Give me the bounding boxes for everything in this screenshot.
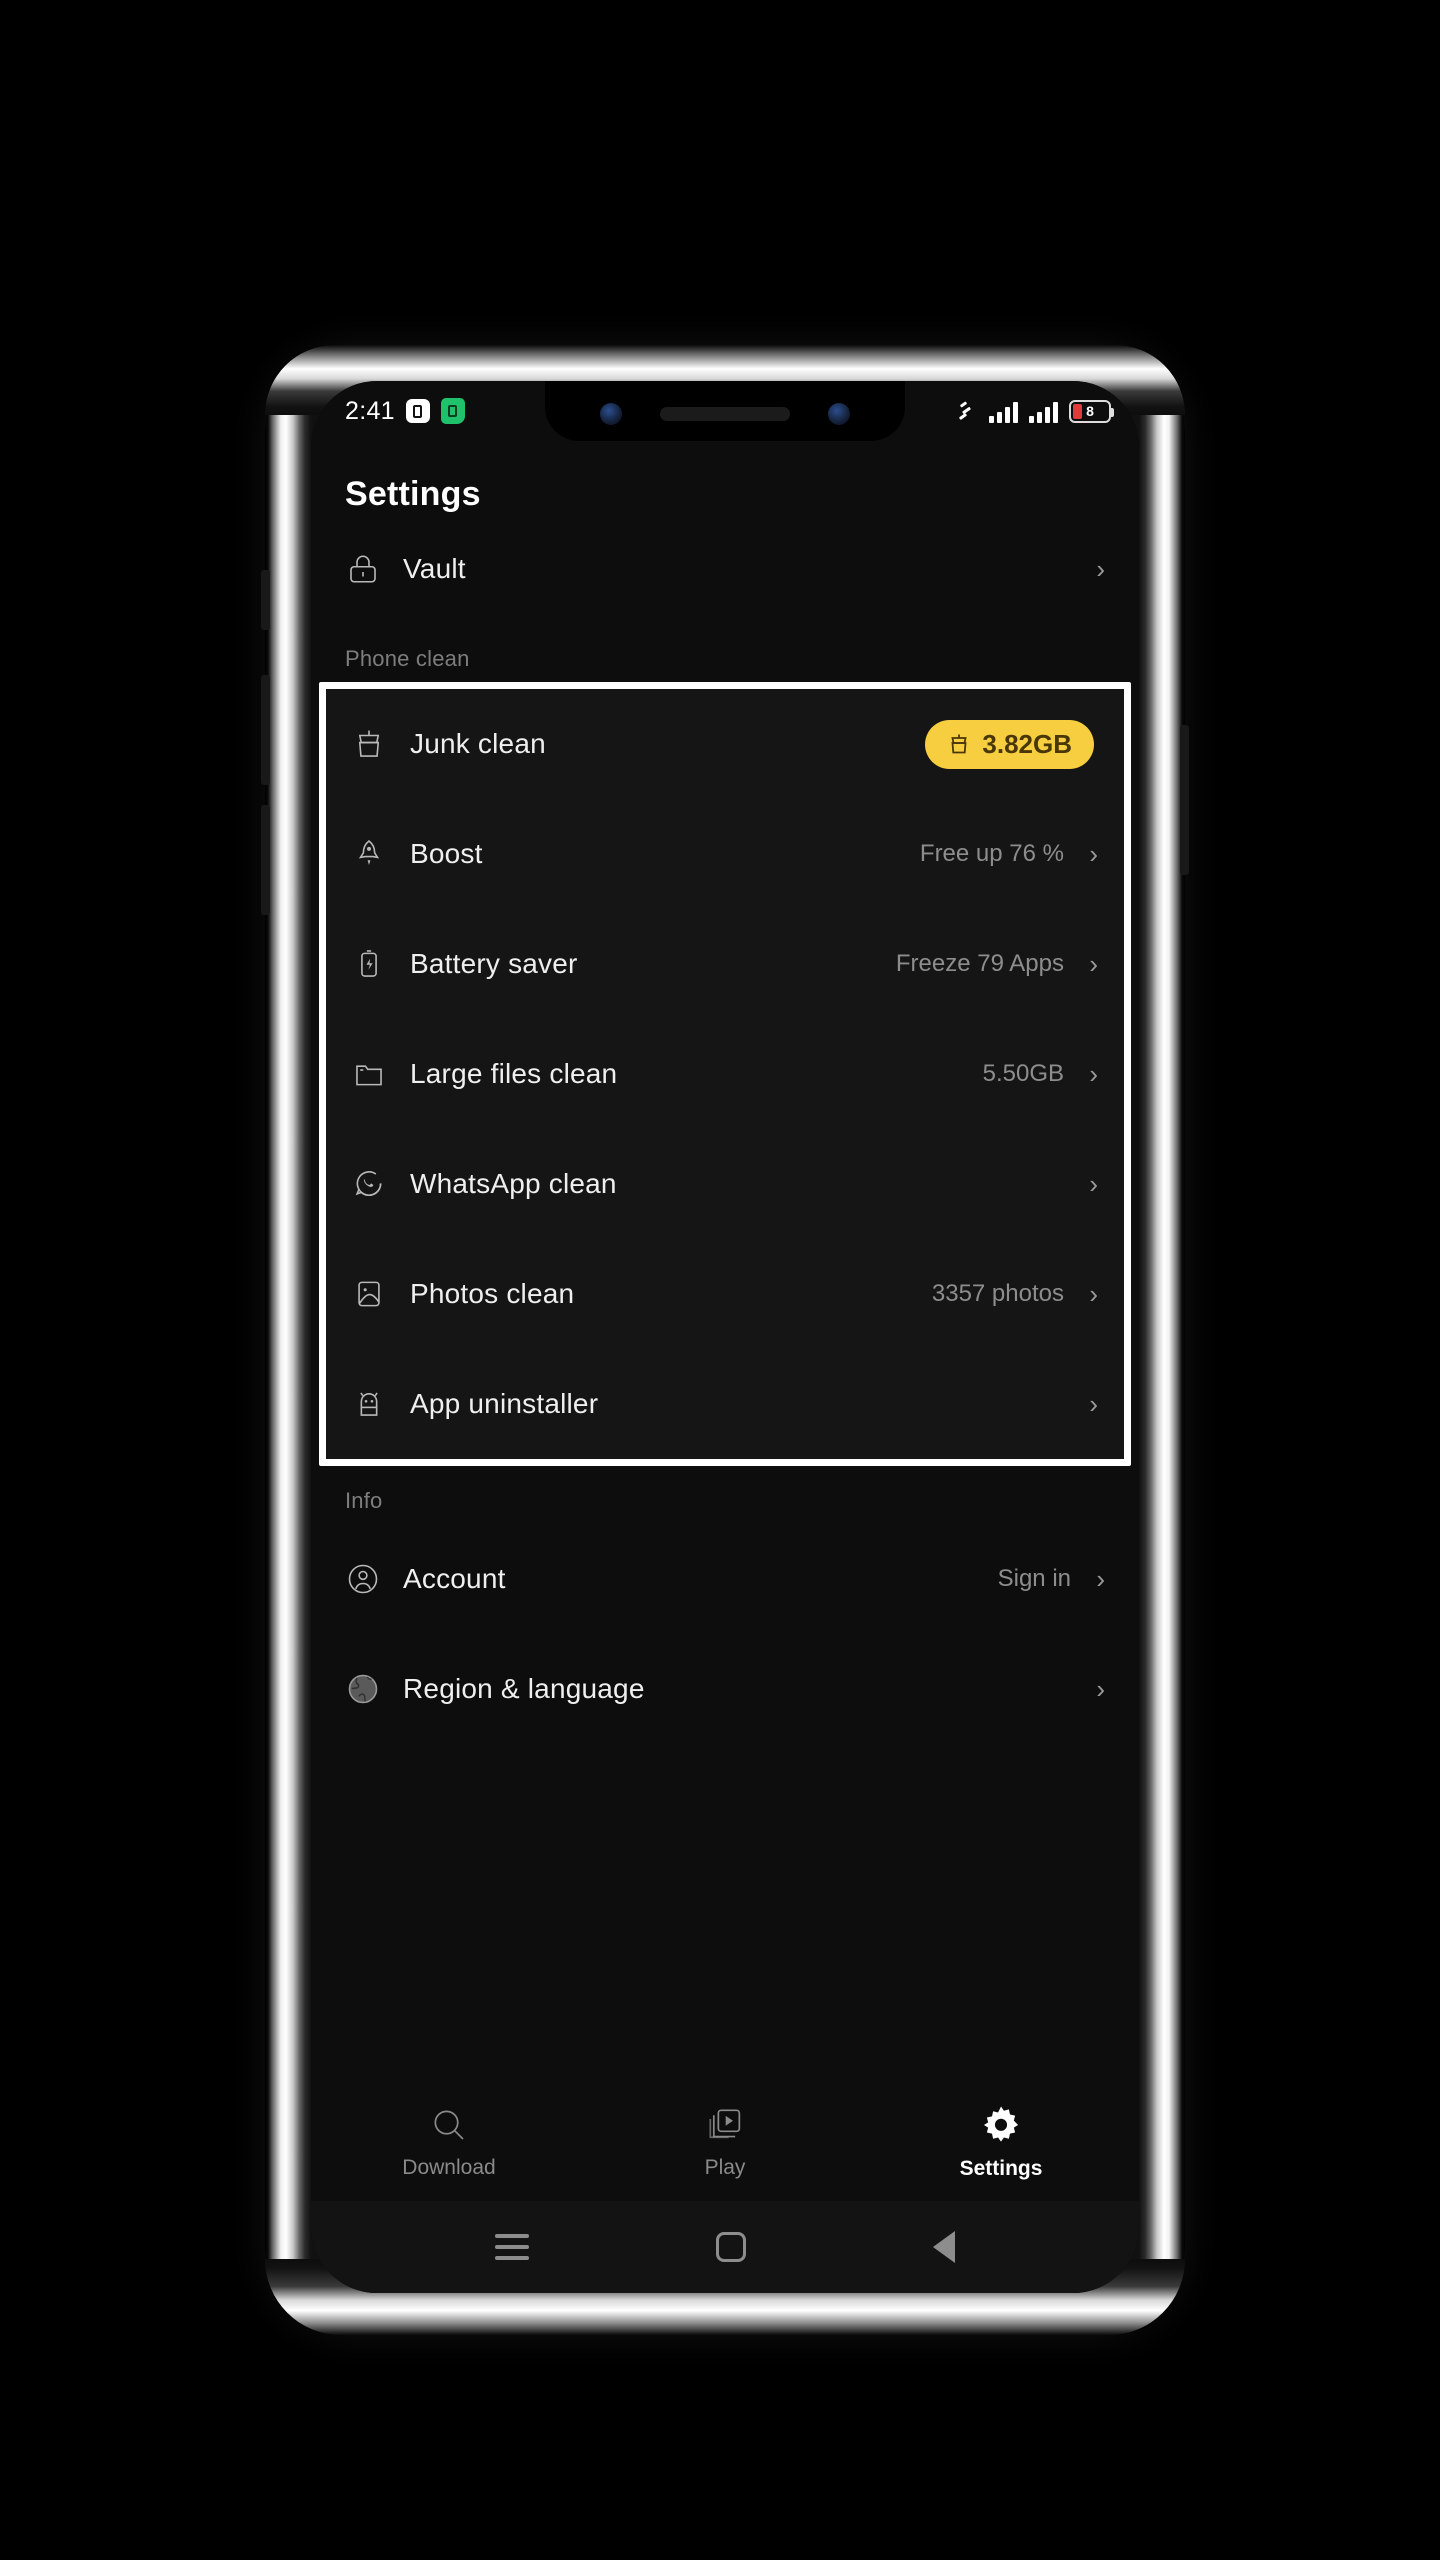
silent-switch[interactable] <box>261 570 270 630</box>
chevron-right-icon: › <box>1096 1564 1105 1594</box>
chevron-right-icon: › <box>1096 554 1105 584</box>
bottom-tab-bar: Download Play Settings <box>311 2083 1139 2201</box>
tab-label: Play <box>704 2156 746 2179</box>
app-badge-icon <box>405 399 430 423</box>
settings-row-value: Free up 76 % <box>919 840 1064 867</box>
section-header-phone-clean: Phone clean <box>345 646 470 671</box>
junk-size-value: 3.82GB <box>982 728 1072 759</box>
chevron-right-icon: › <box>1089 1279 1098 1309</box>
settings-row-account[interactable]: Account Sign in › <box>311 1524 1139 1634</box>
settings-row-region-language[interactable]: Region & language › <box>311 1634 1139 1744</box>
tab-settings[interactable]: Settings <box>863 2103 1139 2181</box>
status-bar: 2:41 8 <box>311 381 1139 441</box>
home-square-icon[interactable] <box>715 2232 746 2262</box>
settings-row-label: Vault <box>403 553 466 584</box>
settings-row-label: App uninstaller <box>410 1388 599 1419</box>
page-title: Settings <box>345 475 481 513</box>
phone-screen: 2:41 8 Settings Vault › Phone clean Junk… <box>311 381 1139 2293</box>
green-app-icon <box>440 398 465 424</box>
settings-row-value: 5.50GB <box>982 1060 1064 1087</box>
settings-row-label: Battery saver <box>410 948 578 979</box>
battery-icon: 8 <box>1069 399 1114 423</box>
gear-icon <box>979 2103 1023 2147</box>
battery-level-label: 8 <box>1086 402 1094 419</box>
volume-up-button[interactable] <box>261 675 270 785</box>
settings-row-value: Freeze 79 Apps <box>895 950 1064 977</box>
app-content: Settings Vault › Phone clean Junk clean … <box>311 381 1139 2293</box>
chevron-right-icon: › <box>1089 1389 1098 1419</box>
phone-device-frame: 2:41 8 Settings Vault › Phone clean Junk… <box>261 345 1189 2335</box>
settings-row-whatsapp-clean[interactable]: WhatsApp clean › <box>326 1129 1124 1239</box>
volume-down-button[interactable] <box>261 805 270 915</box>
status-bar-right: 8 <box>958 399 1114 423</box>
power-button[interactable] <box>1180 725 1189 875</box>
signal-bars-icon-1 <box>989 401 1018 423</box>
settings-row-junk-clean[interactable]: Junk clean 3.82GB <box>326 689 1124 799</box>
screenshot-canvas: 2:41 8 Settings Vault › Phone clean Junk… <box>0 0 1440 2560</box>
folder-icon <box>352 1057 410 1091</box>
globe-icon <box>345 1671 403 1707</box>
status-bar-clock: 2:41 <box>345 396 395 425</box>
tab-label: Download <box>402 2156 496 2179</box>
settings-row-large-files-clean[interactable]: Large files clean 5.50GB › <box>326 1019 1124 1129</box>
menu-icon[interactable] <box>494 2234 529 2260</box>
chevron-right-icon: › <box>1089 949 1098 979</box>
settings-row-vault[interactable]: Vault › <box>311 514 1139 624</box>
settings-row-label: Account <box>403 1563 506 1594</box>
whatsapp-icon <box>352 1167 410 1201</box>
settings-row-boost[interactable]: Boost Free up 76 % › <box>326 799 1124 909</box>
back-triangle-icon[interactable] <box>933 2231 956 2263</box>
photo-icon <box>352 1277 410 1311</box>
android-navigation-bar <box>311 2201 1139 2293</box>
settings-row-label: Region & language <box>403 1673 645 1704</box>
android-icon <box>352 1387 410 1421</box>
chevron-right-icon: › <box>1089 839 1098 869</box>
settings-row-value: 3357 photos <box>931 1280 1064 1307</box>
junk-size-badge[interactable]: 3.82GB <box>925 719 1094 769</box>
settings-row-label: Junk clean <box>410 728 546 759</box>
account-icon <box>345 1561 403 1597</box>
rocket-icon <box>352 837 410 871</box>
settings-row-label: Photos clean <box>410 1278 575 1309</box>
settings-row-label: Large files clean <box>410 1058 618 1089</box>
trash-icon <box>352 727 410 761</box>
settings-row-battery-saver[interactable]: Battery saver Freeze 79 Apps › <box>326 909 1124 1019</box>
video-library-icon <box>704 2104 746 2146</box>
chevron-right-icon: › <box>1096 1674 1105 1704</box>
tab-label: Settings <box>959 2157 1043 2180</box>
search-icon <box>428 2104 470 2146</box>
settings-row-label: WhatsApp clean <box>410 1168 617 1199</box>
tab-download[interactable]: Download <box>311 2104 587 2180</box>
tab-play[interactable]: Play <box>587 2104 863 2180</box>
vibrate-icon <box>958 400 978 423</box>
section-header-info: Info <box>345 1488 383 1513</box>
signal-bars-icon-2 <box>1029 401 1058 423</box>
settings-row-label: Boost <box>410 838 483 869</box>
settings-row-photos-clean[interactable]: Photos clean 3357 photos › <box>326 1239 1124 1349</box>
status-bar-left: 2:41 <box>345 397 465 426</box>
lock-icon <box>345 551 403 587</box>
settings-row-value: Sign in <box>997 1565 1071 1592</box>
chevron-right-icon: › <box>1089 1059 1098 1089</box>
highlighted-phone-clean-card: Junk clean 3.82GB Boost Free up 76 % › B… <box>319 682 1131 1466</box>
battery-bolt-icon <box>352 947 410 981</box>
chevron-right-icon: › <box>1089 1169 1098 1199</box>
settings-row-app-uninstaller[interactable]: App uninstaller › <box>326 1349 1124 1459</box>
